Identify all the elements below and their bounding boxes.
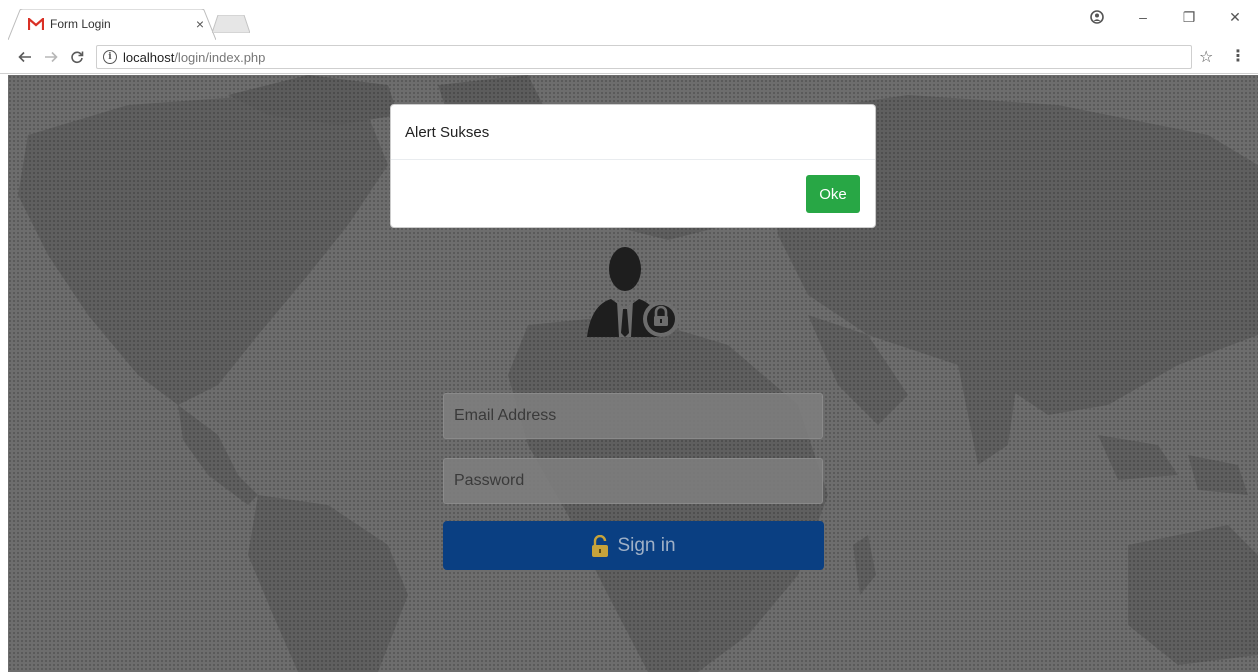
- ok-button[interactable]: Oke: [806, 175, 860, 213]
- star-icon[interactable]: ☆: [1199, 47, 1213, 67]
- url-path: /login/index.php: [174, 49, 266, 65]
- sign-in-button[interactable]: Sign in: [443, 521, 824, 570]
- unlock-icon: [592, 534, 609, 557]
- sign-in-label: Sign in: [617, 534, 676, 556]
- gmail-icon: [28, 18, 44, 30]
- alert-modal: Alert Sukses Oke: [390, 104, 876, 228]
- arrow-left-icon[interactable]: [16, 48, 34, 66]
- restore-button[interactable]: ❐: [1166, 0, 1212, 34]
- tab-title: Form Login: [50, 17, 111, 31]
- window-controls: – ❐ ✕: [1074, 0, 1258, 34]
- more-vert-icon[interactable]: ⋮: [1230, 46, 1246, 66]
- browser-toolbar: i localhost/login/index.php ☆ ⋮: [0, 40, 1258, 74]
- close-window-button[interactable]: ✕: [1212, 0, 1258, 34]
- tab-content[interactable]: Form Login ×: [28, 14, 208, 34]
- profile-icon[interactable]: [1074, 0, 1120, 34]
- tab-strip: Form Login × – ❐ ✕: [0, 0, 1258, 40]
- user-lock-icon: [587, 247, 679, 337]
- modal-title: Alert Sukses: [405, 123, 490, 141]
- url-host: localhost: [123, 49, 175, 65]
- new-tab-button[interactable]: [212, 15, 250, 33]
- modal-footer: Oke: [391, 160, 875, 228]
- page-viewport: Sign in Alert Sukses Oke: [8, 75, 1258, 672]
- minimize-button[interactable]: –: [1120, 0, 1166, 34]
- reload-icon[interactable]: [68, 48, 86, 66]
- arrow-right-icon[interactable]: [42, 48, 60, 66]
- tab-close-icon[interactable]: ×: [192, 16, 208, 32]
- info-icon[interactable]: i: [103, 50, 117, 64]
- modal-header: Alert Sukses: [391, 105, 875, 160]
- address-bar[interactable]: i localhost/login/index.php: [96, 45, 1192, 69]
- password-field[interactable]: [443, 458, 823, 504]
- email-field[interactable]: [443, 393, 823, 439]
